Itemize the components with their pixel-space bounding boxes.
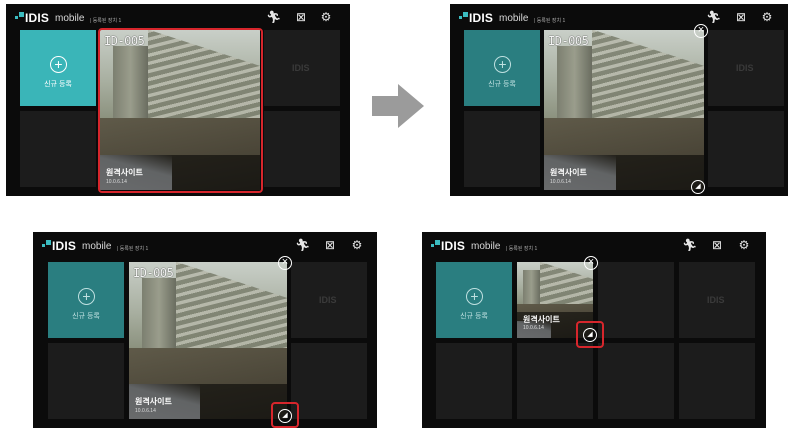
ghost-logo: IDIS: [707, 295, 725, 305]
gear-icon[interactable]: ⚙: [760, 11, 774, 23]
brand-logo: IDIS: [469, 11, 494, 25]
add-device-label: 신규 등록: [488, 81, 516, 88]
empty-tile[interactable]: IDIS: [679, 262, 755, 338]
running-man-icon[interactable]: 🏃︎: [295, 239, 310, 251]
camera-tile[interactable]: ID-005 원격사이트 10.0.6.14: [129, 262, 287, 419]
brand-logo: IDIS: [441, 239, 466, 253]
brand-logo: IDIS: [52, 239, 77, 253]
camera-site-name: 원격사이트: [523, 315, 560, 324]
close-box-icon[interactable]: ⊠: [294, 11, 308, 23]
app-header: IDIS mobile | 등록된 장치 1 🏃︎ ⊠ ⚙: [422, 232, 766, 258]
brand-mobile: mobile: [471, 241, 501, 252]
logo-mark: [459, 16, 462, 19]
empty-tile[interactable]: IDIS: [291, 262, 367, 338]
ghost-logo: IDIS: [736, 63, 754, 73]
add-device-tile[interactable]: + 신규 등록: [20, 30, 96, 106]
logo-mark: [435, 240, 440, 245]
arrow-right-icon: [372, 84, 424, 128]
remove-camera-button[interactable]: ×: [694, 24, 708, 38]
gear-icon[interactable]: ⚙: [737, 239, 751, 251]
logo-mark: [19, 12, 24, 17]
add-icon: +: [78, 288, 95, 305]
ghost-logo: IDIS: [292, 63, 310, 73]
ghost-logo: IDIS: [319, 295, 337, 305]
add-icon: +: [466, 288, 483, 305]
empty-tile[interactable]: [48, 343, 124, 419]
running-man-icon[interactable]: 🏃︎: [706, 11, 721, 23]
camera-tile[interactable]: ID-005 원격사이트 10.0.6.14: [544, 30, 704, 190]
empty-tile[interactable]: IDIS: [708, 30, 784, 106]
empty-tile[interactable]: [464, 111, 540, 187]
screen-step-4: IDIS mobile | 등록된 장치 1 🏃︎ ⊠ ⚙ + 신규 등록 원격…: [422, 232, 766, 428]
add-device-label: 신규 등록: [72, 313, 100, 320]
camera-site-name: 원격사이트: [135, 397, 172, 406]
logo-mark: [42, 244, 45, 247]
camera-ip: 10.0.6.14: [550, 179, 571, 185]
running-man-icon[interactable]: 🏃︎: [682, 239, 697, 251]
running-man-icon[interactable]: 🏃︎: [266, 11, 281, 23]
empty-tile[interactable]: [598, 262, 674, 338]
camera-ip: 10.0.6.14: [135, 408, 156, 414]
add-icon: +: [494, 56, 511, 73]
app-header: IDIS mobile | 등록된 장치 1 🏃︎ ⊠ ⚙: [33, 232, 377, 258]
empty-tile[interactable]: [291, 343, 367, 419]
empty-tile[interactable]: [264, 111, 340, 187]
brand-mobile: mobile: [499, 13, 529, 24]
empty-tile[interactable]: [598, 343, 674, 419]
brand-logo: IDIS: [25, 11, 50, 25]
app-header: IDIS mobile | 등록된 장치 1 🏃︎ ⊠ ⚙: [6, 4, 350, 30]
camera-osd-id: ID-005: [133, 266, 174, 280]
resize-highlight: [271, 402, 299, 428]
empty-tile[interactable]: [20, 111, 96, 187]
camera-ip: 10.0.6.14: [523, 325, 544, 331]
device-count: | 등록된 장치 1: [534, 18, 566, 24]
close-box-icon[interactable]: ⊠: [323, 239, 337, 251]
remove-camera-button[interactable]: ×: [278, 256, 292, 270]
camera-osd-id: ID-005: [548, 34, 589, 48]
gear-icon[interactable]: ⚙: [350, 239, 364, 251]
remove-camera-button[interactable]: ×: [584, 256, 598, 270]
add-icon: +: [50, 56, 67, 73]
screen-step-3: IDIS mobile | 등록된 장치 1 🏃︎ ⊠ ⚙ + 신규 등록 ID…: [33, 232, 377, 428]
camera-site-name: 원격사이트: [550, 168, 587, 177]
resize-handle-button[interactable]: ◢: [691, 180, 705, 194]
close-box-icon[interactable]: ⊠: [710, 239, 724, 251]
add-device-label: 신규 등록: [44, 81, 72, 88]
close-box-icon[interactable]: ⊠: [734, 11, 748, 23]
gear-icon[interactable]: ⚙: [319, 11, 333, 23]
screen-step-2: IDIS mobile | 등록된 장치 1 🏃︎ ⊠ ⚙ + 신규 등록 ID…: [450, 4, 788, 196]
empty-tile[interactable]: [436, 343, 512, 419]
screen-step-1: IDIS mobile | 등록된 장치 1 🏃︎ ⊠ ⚙ + 신규 등록 ID…: [6, 4, 350, 196]
empty-tile[interactable]: IDIS: [264, 30, 340, 106]
add-device-tile[interactable]: + 신규 등록: [436, 262, 512, 338]
device-count: | 등록된 장치 1: [90, 18, 122, 24]
app-header: IDIS mobile | 등록된 장치 1 🏃︎ ⊠ ⚙: [450, 4, 788, 30]
empty-tile[interactable]: [679, 343, 755, 419]
logo-mark: [15, 16, 18, 19]
device-count: | 등록된 장치 1: [506, 246, 538, 252]
empty-tile[interactable]: [708, 111, 784, 187]
resize-highlight: [576, 321, 604, 348]
logo-mark: [46, 240, 51, 245]
brand-mobile: mobile: [82, 241, 112, 252]
add-device-tile[interactable]: + 신규 등록: [464, 30, 540, 106]
selection-highlight: [98, 28, 263, 193]
brand-mobile: mobile: [55, 13, 85, 24]
add-device-tile[interactable]: + 신규 등록: [48, 262, 124, 338]
device-count: | 등록된 장치 1: [117, 246, 149, 252]
empty-tile[interactable]: [517, 343, 593, 419]
add-device-label: 신규 등록: [460, 313, 488, 320]
logo-mark: [431, 244, 434, 247]
logo-mark: [463, 12, 468, 17]
